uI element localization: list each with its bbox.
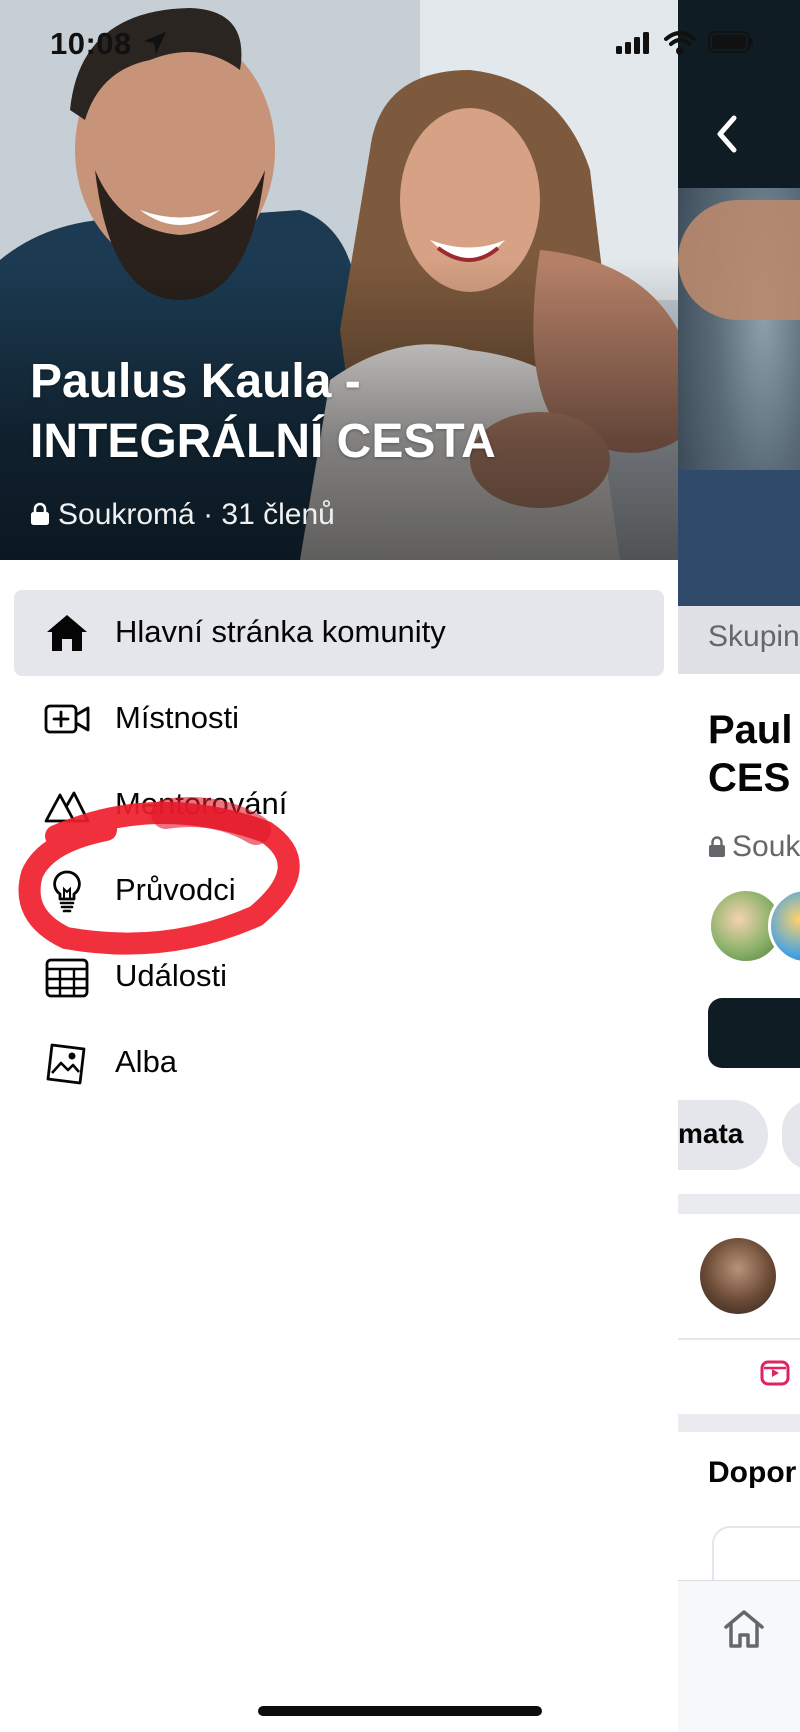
menu-item-guides[interactable]: Průvodci: [14, 848, 664, 934]
menu-item-events[interactable]: Události: [14, 934, 664, 1020]
menu-item-label: Alba: [115, 1044, 178, 1079]
menu-item-label: Události: [115, 958, 227, 993]
background-title-line: Paul: [708, 708, 793, 752]
background-tab-label[interactable]: Skupin: [708, 620, 800, 654]
divider: [678, 1338, 800, 1340]
background-member-avatars[interactable]: [708, 888, 800, 968]
background-group-title: Paul CES: [708, 706, 792, 802]
background-privacy-label: Souk: [708, 830, 800, 864]
group-member-count[interactable]: 31 členů: [221, 498, 334, 531]
home-outline-icon[interactable]: [720, 1605, 768, 1653]
home-indicator[interactable]: [258, 1706, 542, 1716]
wifi-icon: [664, 31, 696, 55]
group-privacy: Soukromá: [58, 498, 195, 531]
photo-album-icon: [46, 1043, 86, 1085]
background-bottom-nav: [678, 1580, 800, 1732]
side-drawer: 10:08 Paulus Kaula - INTEGRÁLNÍ CESTA So…: [0, 0, 753, 1732]
menu-item-rooms[interactable]: Místnosti: [14, 676, 664, 762]
lock-icon: [709, 836, 725, 857]
meta-separator: ·: [194, 498, 222, 531]
background-primary-button[interactable]: [708, 998, 800, 1068]
background-cover-detail: [678, 470, 800, 606]
mountains-icon: [44, 791, 90, 823]
menu-item-label: Hlavní stránka komunity: [115, 614, 446, 649]
background-title-line: CES: [708, 756, 791, 800]
video-plus-icon: [44, 704, 90, 734]
background-chip[interactable]: [782, 1100, 800, 1170]
background-chip-row: mata: [678, 1100, 800, 1170]
background-chip-label: mata: [678, 1118, 744, 1149]
menu-item-mentoring[interactable]: Mentorování: [14, 762, 664, 848]
back-arrow-icon[interactable]: [712, 112, 742, 156]
group-cover-photo: [0, 0, 678, 560]
group-meta: Soukromá · 31 členů: [30, 498, 335, 532]
background-top-bar: [678, 0, 800, 188]
lightbulb-icon: [53, 870, 81, 913]
drawer-menu: Hlavní stránka komunity Místnosti Mentor…: [14, 590, 664, 1106]
status-bar-time: 10:08: [50, 26, 132, 61]
battery-icon: [708, 31, 753, 53]
signal-icon: [616, 32, 649, 54]
menu-item-albums[interactable]: Alba: [14, 1020, 664, 1106]
home-icon: [47, 615, 87, 651]
background-privacy-text: Souk: [732, 830, 800, 863]
avatar: [700, 1238, 776, 1314]
location-arrow-icon: [144, 32, 166, 54]
background-suggest-title: Dopor: [708, 1456, 797, 1489]
reels-icon[interactable]: [760, 1358, 790, 1388]
lock-icon: [31, 502, 49, 525]
menu-item-community-home[interactable]: Hlavní stránka komunity: [14, 590, 664, 676]
background-group-page: Skupin Paul CES Souk mata Dopor: [678, 0, 800, 1732]
menu-item-label: Mentorování: [115, 786, 288, 821]
background-cover-detail: [678, 200, 800, 320]
menu-item-label: Průvodci: [115, 872, 236, 907]
background-post-composer: [678, 1214, 800, 1414]
menu-item-label: Místnosti: [115, 700, 240, 735]
group-title: Paulus Kaula - INTEGRÁLNÍ CESTA: [30, 355, 496, 468]
calendar-icon: [45, 958, 89, 998]
